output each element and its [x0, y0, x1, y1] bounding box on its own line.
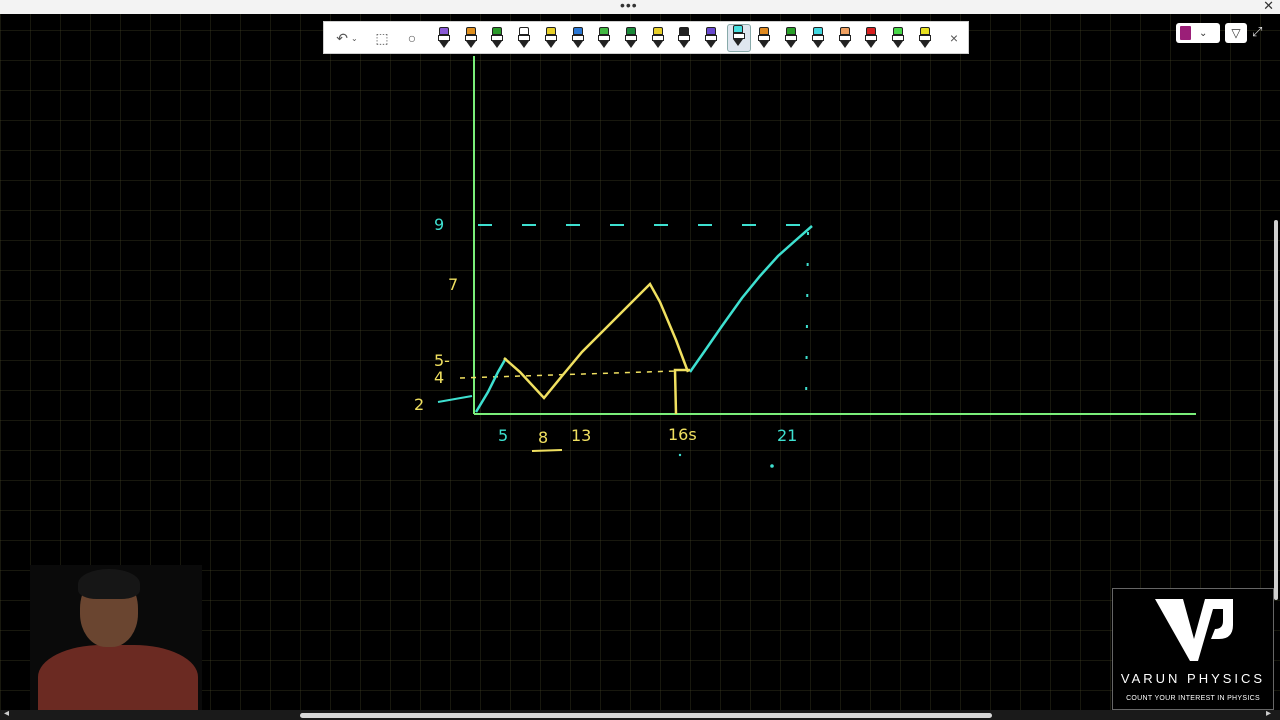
underline-eight	[531, 449, 563, 452]
y-label-nine: 9	[434, 215, 444, 234]
logo-name: VARUN PHYSICS	[1120, 671, 1266, 686]
x-label-eight: 8	[538, 428, 548, 447]
cyan-curve-start	[474, 357, 508, 413]
y-label-two: 2	[414, 395, 424, 414]
x-label-thirteen: 13	[571, 426, 591, 445]
guide-line-twentyone	[805, 231, 809, 407]
y-label-four: 4	[434, 368, 444, 387]
vp-logo-icon	[1155, 599, 1233, 661]
presenter-video	[30, 565, 202, 711]
vertical-scrollbar[interactable]	[1272, 60, 1280, 710]
scroll-right-icon[interactable]: ▸	[1266, 708, 1271, 719]
channel-logo: VARUN PHYSICS COUNT YOUR INTEREST IN PHY…	[1112, 588, 1274, 710]
cyan-curve-end	[688, 225, 813, 373]
x-label-five: 5	[498, 426, 508, 445]
mark-two	[437, 395, 473, 403]
logo-tagline: COUNT YOUR INTEREST IN PHYSICS	[1126, 695, 1260, 702]
horizontal-scrollbar[interactable]: ◂ ▸	[0, 708, 1280, 720]
scroll-left-icon[interactable]: ◂	[4, 708, 9, 719]
x-label-twentyone: 21	[777, 426, 797, 445]
yellow-step	[673, 368, 690, 415]
guide-line-four	[459, 370, 677, 379]
dot-mark	[678, 453, 682, 457]
presenter-hair	[78, 569, 140, 599]
x-label-sixteen: 16s	[668, 425, 697, 444]
scrollbar-thumb[interactable]	[1274, 220, 1278, 600]
dot-mark	[770, 464, 774, 468]
scrollbar-thumb[interactable]	[300, 713, 992, 718]
yellow-curve	[503, 281, 690, 400]
presenter-torso	[38, 645, 198, 711]
y-label-seven: 7	[448, 275, 458, 294]
